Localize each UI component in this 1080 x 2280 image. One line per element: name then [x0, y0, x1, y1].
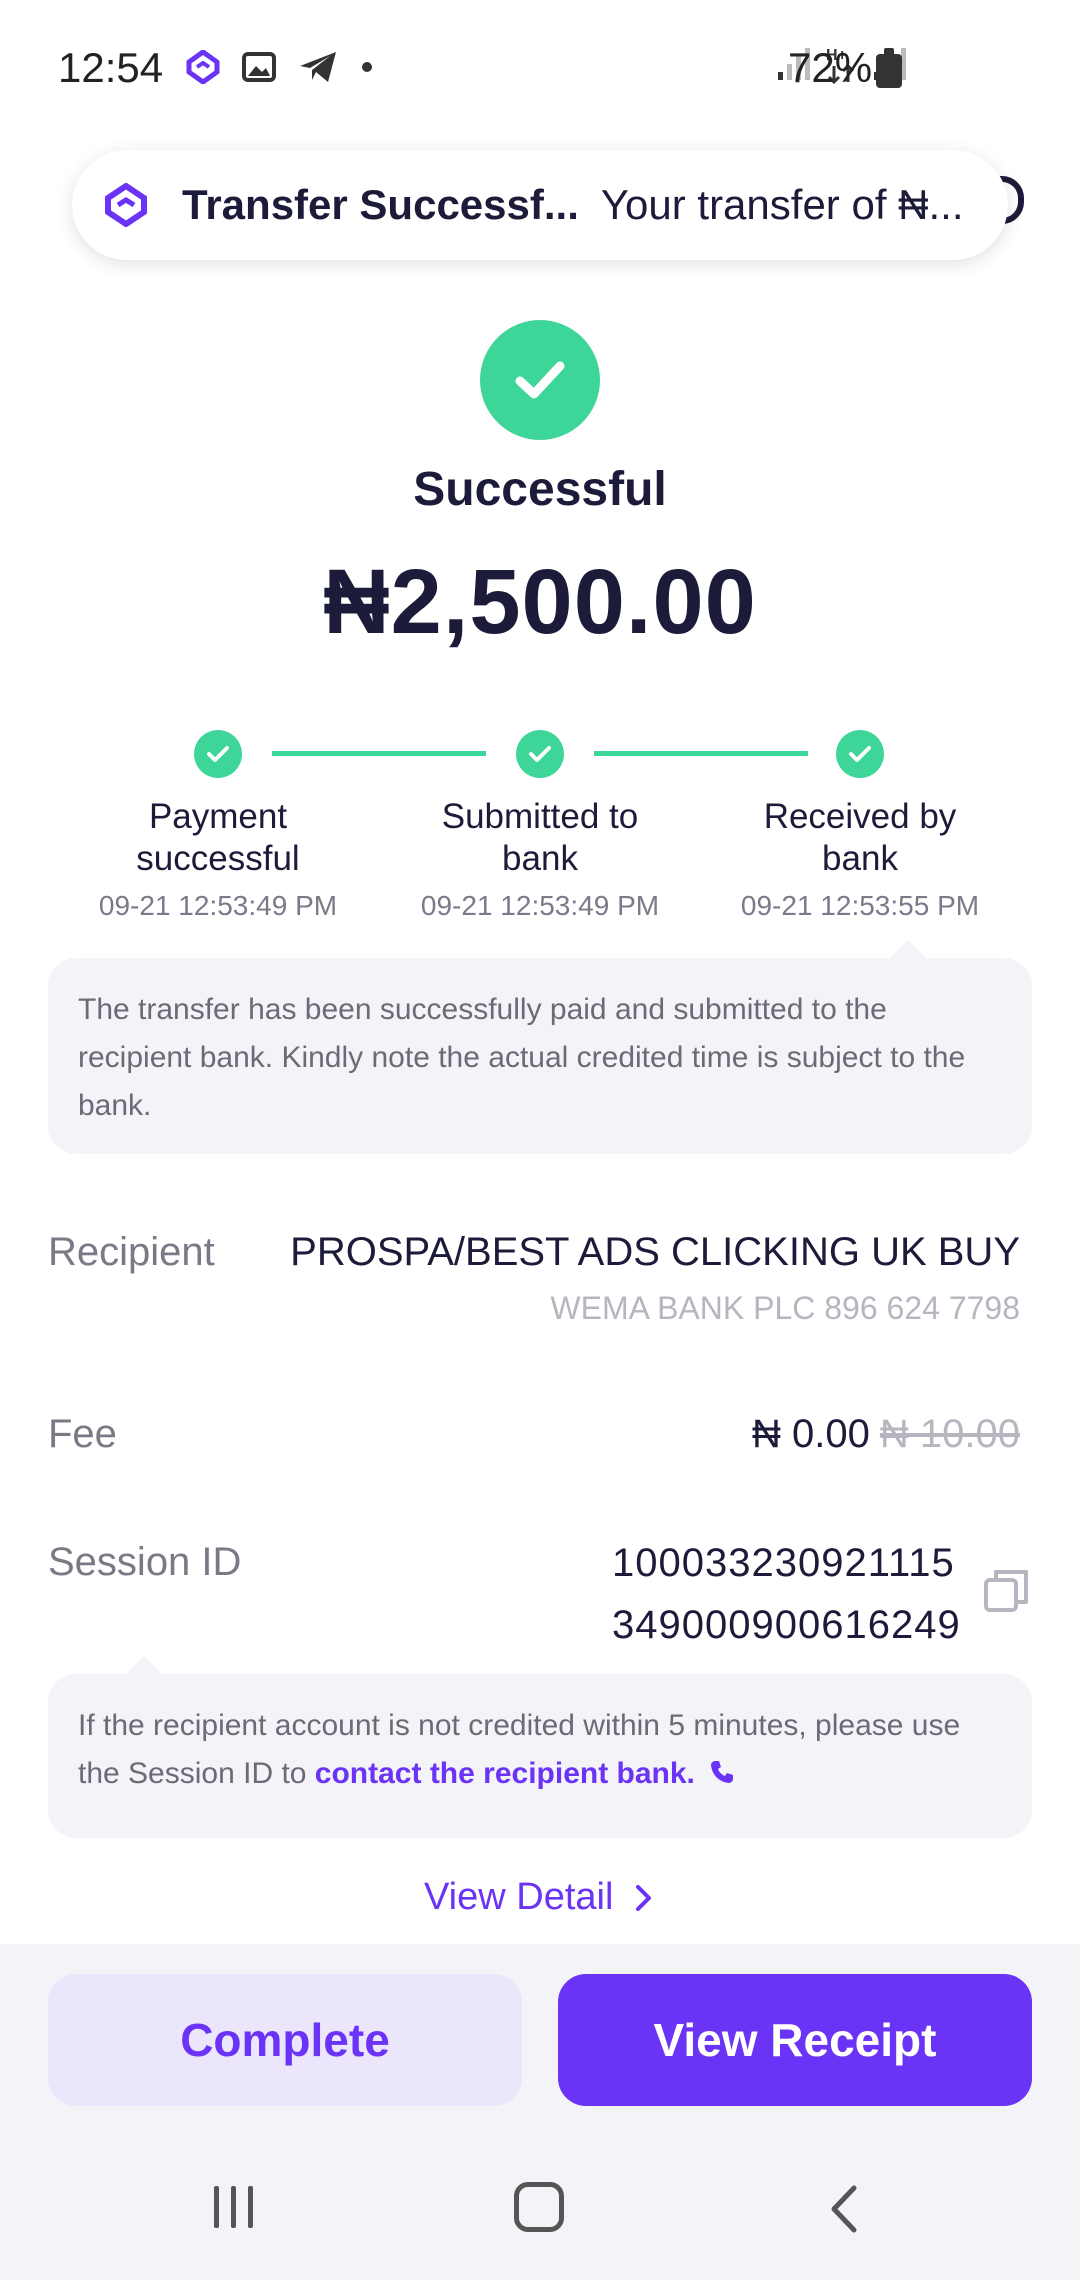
step-2-check-icon: [516, 730, 564, 778]
view-receipt-button[interactable]: View Receipt: [558, 1974, 1032, 2106]
notification-body: Your transfer of ₦...: [600, 181, 964, 228]
fee-value: ₦ 0.00: [752, 1412, 870, 1456]
app-logo-icon: [105, 183, 147, 227]
session-id-line-2: 349000900616249: [612, 1603, 961, 1647]
transfer-status-note: The transfer has been successfully paid …: [48, 940, 1032, 1154]
step-2-label: Submitted to bank: [441, 797, 639, 878]
success-check-icon: [480, 320, 600, 440]
app-logo-icon: [186, 50, 220, 84]
step-3-check-icon: [836, 730, 884, 778]
note-pointer: [126, 1656, 162, 1674]
step-3-time: 09-21 12:53:55 PM: [740, 890, 980, 921]
step-3-label: Received by bank: [763, 797, 957, 878]
session-id-value[interactable]: 100033230921115 349000900616249: [612, 1532, 961, 1656]
battery-icon: [876, 48, 902, 88]
notification-banner[interactable]: Transfer Successf... Your transfer of ₦.…: [72, 150, 1008, 260]
status-notification-icons: [186, 50, 374, 84]
gallery-icon: [242, 52, 276, 82]
chevron-right-icon: [635, 1885, 651, 1911]
session-id-label: Session ID: [48, 1540, 242, 1584]
status-time: 12:54: [58, 44, 164, 91]
step-2-time: 09-21 12:53:49 PM: [420, 890, 660, 921]
recipient-bank-account: WEMA BANK PLC 896 624 7798: [550, 1290, 1020, 1326]
home-icon[interactable]: [514, 2182, 564, 2232]
transfer-amount: ₦2,500.00: [323, 551, 757, 653]
phone-icon[interactable]: [709, 1759, 735, 1785]
fee-value-group: ₦ 0.00 ₦ 10.00: [752, 1412, 1020, 1457]
transfer-status-note-text: The transfer has been successfully paid …: [78, 993, 966, 1122]
step-1-time: 09-21 12:53:49 PM: [98, 890, 338, 921]
telegram-icon: [300, 52, 336, 82]
contact-recipient-bank-link[interactable]: contact the recipient bank.: [315, 1757, 695, 1790]
session-id-note: If the recipient account is not credited…: [48, 1656, 1032, 1838]
recipient-label: Recipient: [48, 1230, 215, 1274]
step-1-check-icon: [194, 730, 242, 778]
recipient-name: PROSPA/BEST ADS CLICKING UK BUY: [290, 1230, 1020, 1274]
notification-title: Transfer Successf...: [182, 181, 579, 228]
more-dot-icon: [362, 62, 372, 72]
step-connector: [594, 751, 808, 756]
complete-button[interactable]: Complete: [48, 1974, 522, 2106]
status-bar: 12:54 H+ 72%: [0, 0, 1080, 140]
status-title: Successful: [413, 463, 667, 516]
recent-apps-icon[interactable]: [214, 2186, 253, 2228]
view-detail-link[interactable]: View Detail: [0, 1876, 1080, 1919]
view-detail-label: View Detail: [424, 1876, 614, 1918]
step-1-label: Payment successful: [136, 797, 300, 878]
transfer-success-screen: 12:54 H+ 72% Transfer Successf... Your t…: [0, 0, 1080, 2280]
back-icon[interactable]: [826, 2184, 862, 2234]
note-pointer: [890, 940, 926, 958]
battery-percentage: 72%: [788, 44, 873, 91]
copy-icon[interactable]: [984, 1568, 1030, 1614]
step-connector: [272, 751, 486, 756]
fee-original-value: ₦ 10.00: [879, 1412, 1020, 1456]
fee-label: Fee: [48, 1412, 117, 1456]
session-id-line-1: 100033230921115: [612, 1541, 955, 1585]
